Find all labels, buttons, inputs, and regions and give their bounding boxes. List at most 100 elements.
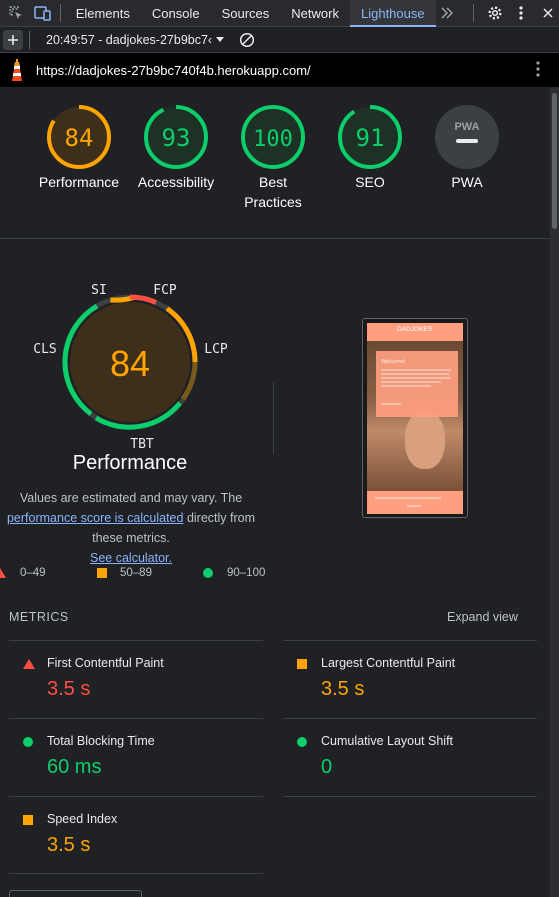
square-icon	[23, 815, 33, 825]
gauge-seo[interactable]: 91 SEO	[325, 104, 415, 192]
metric-name: Largest Contentful Paint	[321, 656, 456, 670]
toolbar-divider	[29, 30, 30, 49]
lcp-label: LCP	[204, 342, 228, 357]
metric-name: Total Blocking Time	[47, 734, 155, 748]
gear-icon[interactable]	[484, 2, 506, 24]
tab-sources[interactable]: Sources	[211, 0, 281, 27]
circle-icon	[203, 568, 213, 578]
circle-icon	[23, 737, 33, 747]
metric-divider	[9, 640, 263, 641]
gauge-performance-ring: 84	[47, 105, 111, 169]
close-icon[interactable]	[537, 2, 559, 24]
metric-divider	[9, 796, 263, 797]
report-url: https://dadjokes-27b9bc740f4b.herokuapp.…	[36, 62, 311, 78]
toolbar-divider	[59, 4, 61, 22]
gauge-performance[interactable]: 84 Performance	[34, 104, 124, 192]
vertical-divider	[273, 382, 274, 454]
gauge-best-practices[interactable]: 100 Best Practices	[228, 104, 318, 212]
gauge-best-practices-score: 100	[253, 127, 293, 152]
report-selector[interactable]: 20:49:57 - dadjokes-27b9bc7‹	[46, 32, 225, 47]
square-icon	[97, 568, 107, 578]
gauge-accessibility-ring: 93	[144, 105, 208, 169]
screenshot-preview: DADJOKES Welcome!	[367, 323, 463, 514]
triangle-icon	[23, 659, 35, 669]
performance-title: Performance	[72, 452, 188, 474]
toolbar-divider	[473, 4, 475, 22]
svg-text:PWA: PWA	[454, 121, 479, 133]
square-icon	[297, 659, 307, 669]
see-calculator-link[interactable]: See calculator.	[90, 551, 172, 565]
metric-value: 60 ms	[47, 756, 102, 778]
section-divider	[0, 238, 550, 239]
metric-value: 3.5 s	[47, 834, 91, 856]
metric-value: 3.5 s	[321, 678, 365, 700]
gauge-pwa[interactable]: PWA PWA	[422, 104, 512, 192]
legend-pass-label: 90–100	[227, 567, 266, 579]
new-report-button[interactable]	[3, 29, 23, 50]
tab-console[interactable]: Console	[141, 0, 211, 27]
performance-gauge-large: 84 SI FCP LCP CLS TBT	[33, 283, 228, 452]
clear-icon[interactable]	[236, 29, 258, 51]
chevron-double-right-icon[interactable]	[436, 2, 458, 24]
device-toolbar-icon[interactable]	[32, 2, 54, 24]
fcp-label: FCP	[153, 283, 177, 298]
report-selector-label: 20:49:57 - dadjokes-27b9bc7‹	[46, 32, 213, 47]
screenshot-welcome-card: Welcome!	[376, 351, 458, 417]
lighthouse-toolbar: 20:49:57 - dadjokes-27b9bc7‹	[0, 27, 559, 53]
cls-label: CLS	[33, 342, 56, 357]
lighthouse-report: 84 Performance 93 Accessibility 100 Best…	[0, 87, 550, 897]
metric-divider	[9, 873, 263, 874]
tbt-label: TBT	[130, 437, 154, 452]
report-url-bar: https://dadjokes-27b9bc740f4b.herokuapp.…	[0, 53, 559, 87]
metric-name: Speed Index	[47, 812, 118, 826]
score-calculated-link[interactable]: performance score is calculated	[7, 511, 183, 525]
gauge-seo-label: SEO	[355, 174, 385, 190]
legend-average: 50–89	[97, 567, 152, 579]
screenshot-welcome-text: Welcome!	[381, 359, 406, 365]
legend-fail-label: 0–49	[20, 567, 46, 579]
gauge-performance-label: Performance	[38, 174, 120, 190]
metrics-header: METRICS	[9, 610, 69, 624]
metric-name: First Contentful Paint	[47, 656, 164, 670]
gauge-pwa-label: PWA	[451, 174, 483, 190]
legend-pass: 90–100	[203, 567, 265, 579]
legend-fail: 0–49	[0, 567, 46, 579]
legend-average-label: 50–89	[120, 567, 152, 579]
triangle-icon	[0, 568, 6, 578]
pwa-badge-icon: PWA	[435, 105, 499, 169]
inspect-element-icon[interactable]	[5, 2, 27, 24]
metric-divider	[283, 718, 537, 719]
si-label: SI	[91, 283, 107, 298]
caret-down-icon	[216, 36, 225, 42]
tab-elements[interactable]: Elements	[65, 0, 141, 27]
tab-lighthouse[interactable]: Lighthouse	[349, 0, 436, 27]
screenshot-footer	[367, 491, 463, 514]
gauge-accessibility[interactable]: 93 Accessibility	[131, 104, 221, 192]
view-treemap-button[interactable]	[9, 890, 142, 897]
metric-divider	[9, 718, 263, 719]
gauge-accessibility-score: 93	[162, 124, 191, 152]
performance-score-large: 84	[110, 343, 150, 384]
screenshot-app-name: DADJOKES	[397, 326, 433, 333]
lighthouse-logo-icon	[8, 58, 26, 82]
metric-value: 0	[321, 756, 333, 778]
vertical-dots-icon[interactable]	[510, 2, 532, 24]
report-scrollbar[interactable]	[550, 87, 559, 897]
devtools-tab-bar: Elements Console Sources Network Lightho…	[0, 0, 559, 27]
tab-network[interactable]: Network	[280, 0, 350, 27]
gauge-accessibility-label: Accessibility	[137, 174, 215, 190]
metric-name: Cumulative Layout Shift	[321, 734, 454, 748]
scrollbar-thumb[interactable]	[552, 93, 557, 229]
gauge-seo-score: 91	[356, 124, 385, 152]
gauge-performance-score: 84	[65, 124, 94, 152]
performance-description: Values are estimated and may vary. The p…	[0, 488, 262, 568]
report-menu-icon[interactable]	[536, 61, 540, 82]
circle-icon	[297, 737, 307, 747]
screenshot-navbar: DADJOKES	[367, 323, 463, 337]
gauge-best-practices-ring: 100	[241, 105, 305, 169]
expand-view-button[interactable]: Expand view	[447, 610, 518, 624]
metric-divider	[283, 796, 537, 797]
gauge-seo-ring: 91	[338, 105, 402, 169]
final-screenshot[interactable]: DADJOKES Welcome!	[362, 318, 468, 518]
screenshot-face	[405, 411, 445, 469]
